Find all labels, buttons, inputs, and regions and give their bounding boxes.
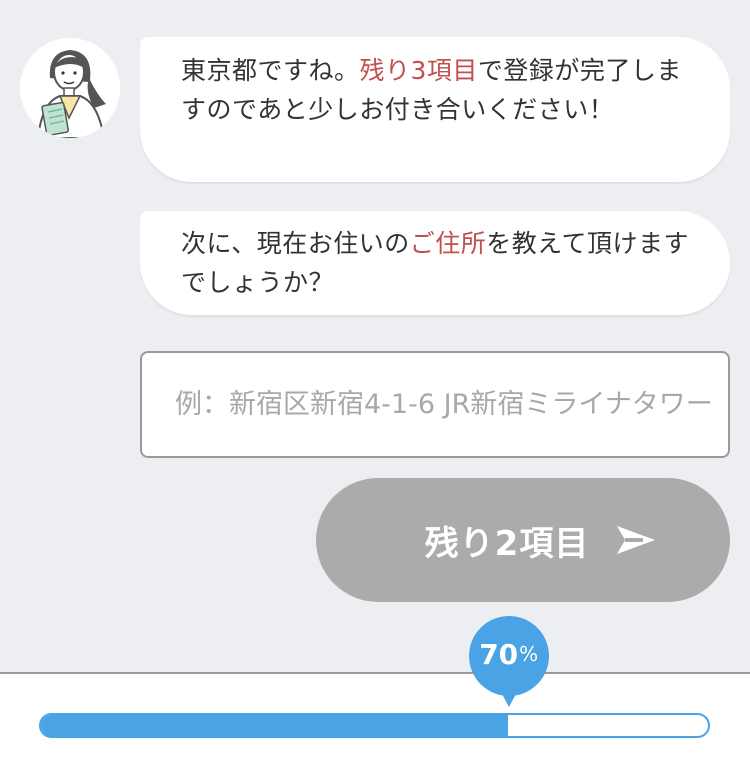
message-text: 東京都ですね。 — [181, 56, 360, 85]
operator-avatar — [20, 38, 120, 138]
submit-button[interactable]: 残り2項目 — [316, 478, 730, 602]
progress-percent-value: 70 — [479, 637, 519, 671]
progress-bar-fill — [41, 715, 508, 736]
operator-woman-icon — [20, 38, 120, 138]
address-input[interactable] — [140, 351, 730, 458]
message-highlight: 残り3項目 — [359, 56, 478, 85]
progress-percent-unit: % — [519, 642, 539, 666]
chat-message-bubble: 東京都ですね。残り3項目で登録が完了しますのであと少しお付き合いください！ — [140, 37, 730, 182]
address-field-container — [140, 351, 730, 458]
message-text: 次に、現在お住いの — [181, 229, 410, 258]
progress-percent-badge: 70% — [468, 616, 549, 707]
progress-bar — [39, 713, 710, 738]
chat-message-bubble: 次に、現在お住いのご住所を教えて頂けますでしょうか？ — [140, 211, 730, 315]
send-arrow-icon — [615, 524, 657, 556]
message-highlight: ご住所 — [409, 229, 487, 258]
submit-button-label: 残り2項目 — [424, 523, 590, 564]
